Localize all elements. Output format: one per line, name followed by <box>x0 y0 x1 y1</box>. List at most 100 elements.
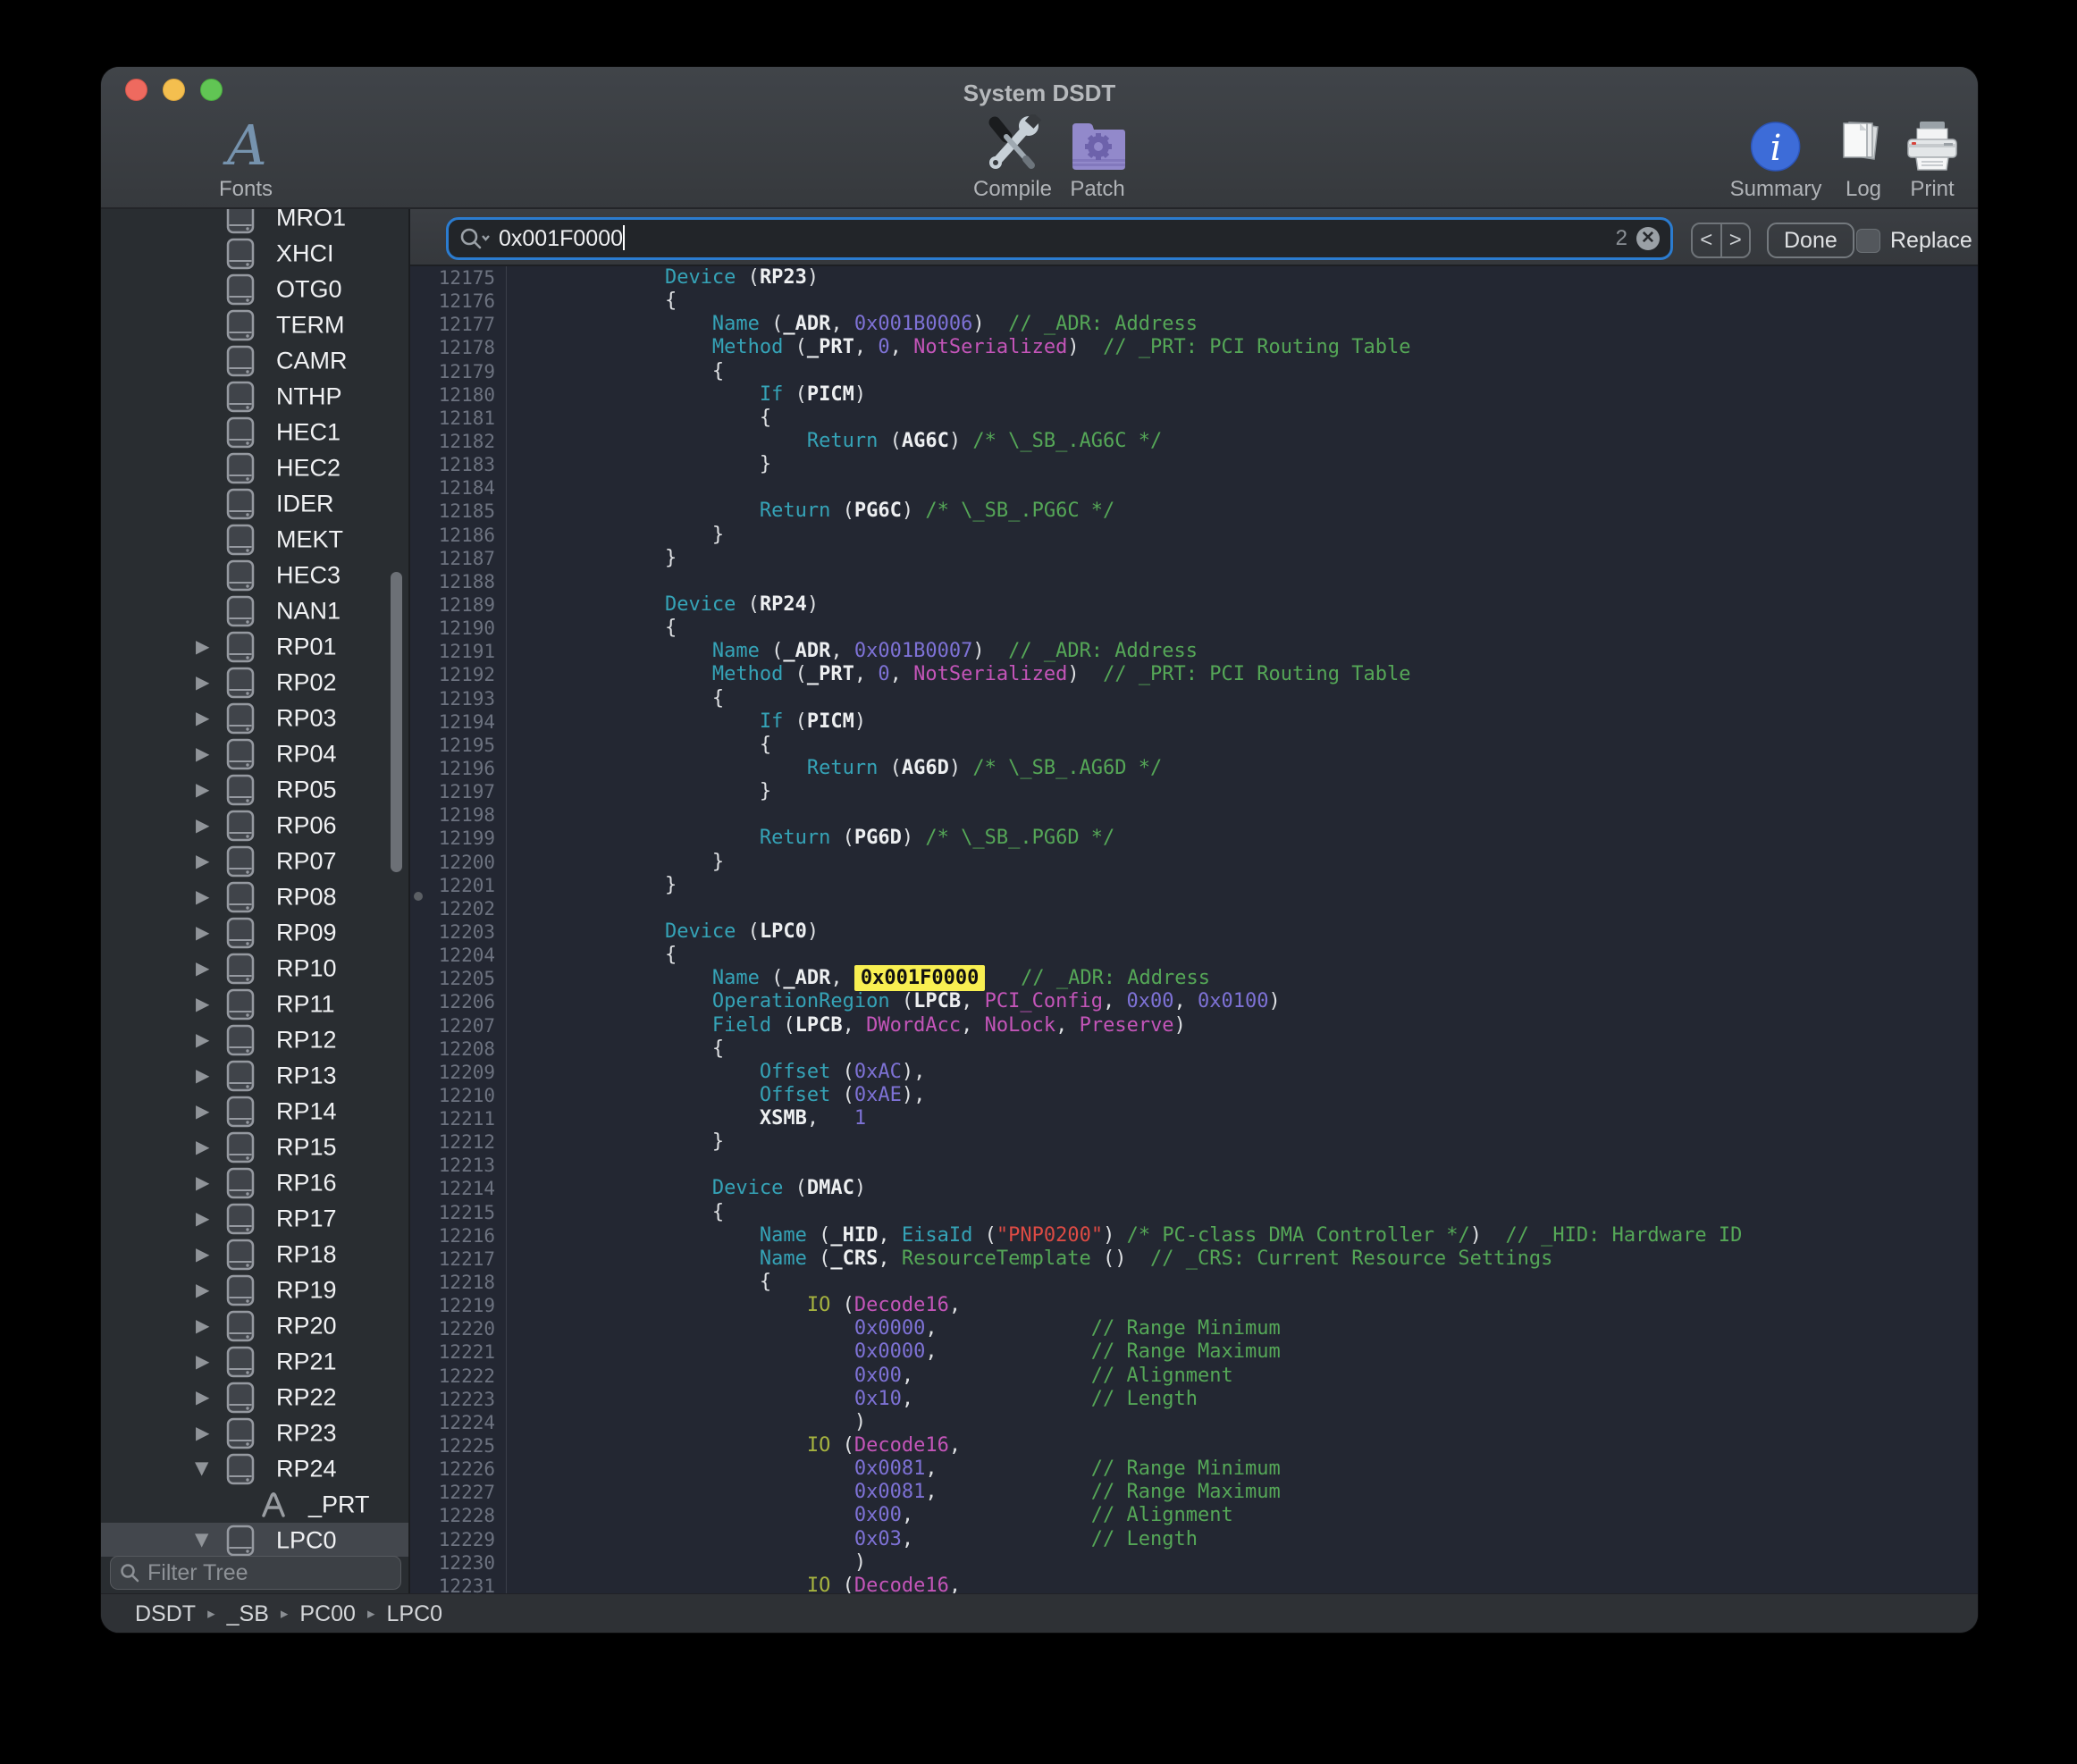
disclosure-triangle[interactable]: ▶ <box>196 710 209 727</box>
tree-item-RP07[interactable]: ▶RP07 <box>101 844 408 879</box>
code-line[interactable]: 12224 ) <box>410 1411 1978 1434</box>
code-line[interactable]: 12181 { <box>410 407 1978 430</box>
log-button[interactable]: Log <box>1837 113 1890 202</box>
tree-item-RP24[interactable]: ▶RP24 <box>101 1451 408 1487</box>
code-line[interactable]: 12231 IO (Decode16, <box>410 1575 1978 1593</box>
disclosure-triangle[interactable]: ▶ <box>196 1138 209 1156</box>
tree-item-HEC1[interactable]: HEC1 <box>101 415 408 450</box>
code-line[interactable]: 12214 Device (DMAC) <box>410 1177 1978 1200</box>
disclosure-triangle[interactable]: ▶ <box>196 995 209 1013</box>
tree-item-XHCI[interactable]: XHCI <box>101 236 408 272</box>
tree-item-NTHP[interactable]: NTHP <box>101 379 408 415</box>
disclosure-triangle[interactable]: ▶ <box>196 960 209 978</box>
summary-button[interactable]: i Summary <box>1730 113 1822 202</box>
tree-item-IDER[interactable]: IDER <box>101 486 408 522</box>
code-line[interactable]: 12196 Return (AG6D) /* \_SB_.AG6D */ <box>410 757 1978 780</box>
code-lines[interactable]: 12175 Device (RP23)12176 {12177 Name (_A… <box>410 266 1978 1593</box>
fonts-button[interactable]: A Fonts <box>219 113 273 202</box>
disclosure-triangle[interactable]: ▶ <box>196 781 209 799</box>
breadcrumb-item-LPC0[interactable]: LPC0 <box>387 1601 443 1627</box>
tree-item-NAN1[interactable]: NAN1 <box>101 593 408 629</box>
code-line[interactable]: 12218 { <box>410 1271 1978 1294</box>
code-line[interactable]: 12200 } <box>410 851 1978 874</box>
titlebar[interactable]: System DSDT <box>101 67 1978 107</box>
sidebar-scrollbar[interactable] <box>391 572 402 872</box>
disclosure-triangle[interactable]: ▶ <box>196 1317 209 1335</box>
code-line[interactable]: 12215 { <box>410 1201 1978 1224</box>
code-line[interactable]: 12228 0x00, // Alignment <box>410 1504 1978 1527</box>
tree-item-_PRT[interactable]: _PRT <box>101 1487 408 1523</box>
code-line[interactable]: 12183 } <box>410 453 1978 476</box>
filter-tree-input[interactable]: Filter Tree <box>110 1556 401 1590</box>
code-line[interactable]: 12193 { <box>410 687 1978 710</box>
disclosure-triangle[interactable]: ▶ <box>196 817 209 835</box>
sidebar-tree[interactable]: MRO1XHCIOTG0TERMCAMRNTHPHEC1HEC2IDERMEKT… <box>101 209 408 1557</box>
tree-item-RP15[interactable]: ▶RP15 <box>101 1130 408 1165</box>
tree-item-RP17[interactable]: ▶RP17 <box>101 1201 408 1237</box>
tree-item-RP12[interactable]: ▶RP12 <box>101 1022 408 1058</box>
code-line[interactable]: 12226 0x0081, // Range Minimum <box>410 1457 1978 1481</box>
tree-item-RP08[interactable]: ▶RP08 <box>101 879 408 915</box>
code-line[interactable]: 12213 <box>410 1154 1978 1177</box>
tree-item-RP03[interactable]: ▶RP03 <box>101 701 408 736</box>
disclosure-triangle[interactable]: ▶ <box>194 1462 212 1475</box>
find-next-button[interactable]: > <box>1722 224 1750 256</box>
code-line[interactable]: 12195 { <box>410 734 1978 757</box>
disclosure-triangle[interactable]: ▶ <box>196 888 209 906</box>
tree-item-RP14[interactable]: ▶RP14 <box>101 1094 408 1130</box>
code-line[interactable]: 12220 0x0000, // Range Minimum <box>410 1317 1978 1340</box>
code-line[interactable]: 12177 Name (_ADR, 0x001B0006) // _ADR: A… <box>410 313 1978 336</box>
tree-item-RP02[interactable]: ▶RP02 <box>101 665 408 701</box>
tree-item-RP22[interactable]: ▶RP22 <box>101 1380 408 1415</box>
tree-item-RP21[interactable]: ▶RP21 <box>101 1344 408 1380</box>
breadcrumb-item-DSDT[interactable]: DSDT <box>135 1601 196 1627</box>
code-line[interactable]: 12187 } <box>410 547 1978 570</box>
tree-item-RP20[interactable]: ▶RP20 <box>101 1308 408 1344</box>
code-line[interactable]: 12206 OperationRegion (LPCB, PCI_Config,… <box>410 990 1978 1013</box>
tree-item-RP06[interactable]: ▶RP06 <box>101 808 408 844</box>
disclosure-triangle[interactable]: ▶ <box>196 638 209 656</box>
code-line[interactable]: 12186 } <box>410 524 1978 547</box>
tree-item-RP10[interactable]: ▶RP10 <box>101 951 408 987</box>
code-line[interactable]: 12190 { <box>410 617 1978 640</box>
code-line[interactable]: 12230 ) <box>410 1551 1978 1575</box>
code-line[interactable]: 12175 Device (RP23) <box>410 266 1978 290</box>
code-line[interactable]: 12179 { <box>410 360 1978 383</box>
code-line[interactable]: 12221 0x0000, // Range Maximum <box>410 1340 1978 1364</box>
code-line[interactable]: 12188 <box>410 570 1978 593</box>
search-input[interactable]: 0x001F0000 2 ✕ <box>446 217 1673 260</box>
code-line[interactable]: 12219 IO (Decode16, <box>410 1294 1978 1317</box>
code-line[interactable]: 12178 Method (_PRT, 0, NotSerialized) //… <box>410 336 1978 359</box>
tree-item-RP04[interactable]: ▶RP04 <box>101 736 408 772</box>
disclosure-triangle[interactable]: ▶ <box>196 1031 209 1049</box>
disclosure-triangle[interactable]: ▶ <box>196 1353 209 1371</box>
disclosure-triangle[interactable]: ▶ <box>196 1210 209 1228</box>
code-line[interactable]: 12194 If (PICM) <box>410 710 1978 734</box>
disclosure-triangle[interactable]: ▶ <box>196 853 209 870</box>
tree-item-RP13[interactable]: ▶RP13 <box>101 1058 408 1094</box>
code-line[interactable]: 12204 { <box>410 944 1978 967</box>
code-line[interactable]: 12182 Return (AG6C) /* \_SB_.AG6C */ <box>410 430 1978 453</box>
tree-item-LPC0[interactable]: ▶LPC0 <box>101 1523 408 1557</box>
code-line[interactable]: 12192 Method (_PRT, 0, NotSerialized) //… <box>410 663 1978 686</box>
code-line[interactable]: 12201 } <box>410 874 1978 897</box>
code-line[interactable]: 12191 Name (_ADR, 0x001B0007) // _ADR: A… <box>410 640 1978 663</box>
code-line[interactable]: 12184 <box>410 476 1978 500</box>
compile-button[interactable]: Compile <box>973 113 1052 202</box>
tree-item-MRO1[interactable]: MRO1 <box>101 209 408 236</box>
tree-item-RP09[interactable]: ▶RP09 <box>101 915 408 951</box>
code-line[interactable]: 12207 Field (LPCB, DWordAcc, NoLock, Pre… <box>410 1014 1978 1037</box>
disclosure-triangle[interactable]: ▶ <box>194 1533 212 1547</box>
code-line[interactable]: 12210 Offset (0xAE), <box>410 1084 1978 1107</box>
tree-item-RP23[interactable]: ▶RP23 <box>101 1415 408 1451</box>
disclosure-triangle[interactable]: ▶ <box>196 1389 209 1407</box>
disclosure-triangle[interactable]: ▶ <box>196 674 209 692</box>
code-line[interactable]: 12189 Device (RP24) <box>410 593 1978 617</box>
code-line[interactable]: 12229 0x03, // Length <box>410 1528 1978 1551</box>
tree-item-RP18[interactable]: ▶RP18 <box>101 1237 408 1273</box>
disclosure-triangle[interactable]: ▶ <box>196 924 209 942</box>
code-line[interactable]: 12223 0x10, // Length <box>410 1388 1978 1411</box>
code-line[interactable]: 12197 } <box>410 780 1978 803</box>
disclosure-triangle[interactable]: ▶ <box>196 1281 209 1299</box>
code-line[interactable]: 12198 <box>410 803 1978 827</box>
